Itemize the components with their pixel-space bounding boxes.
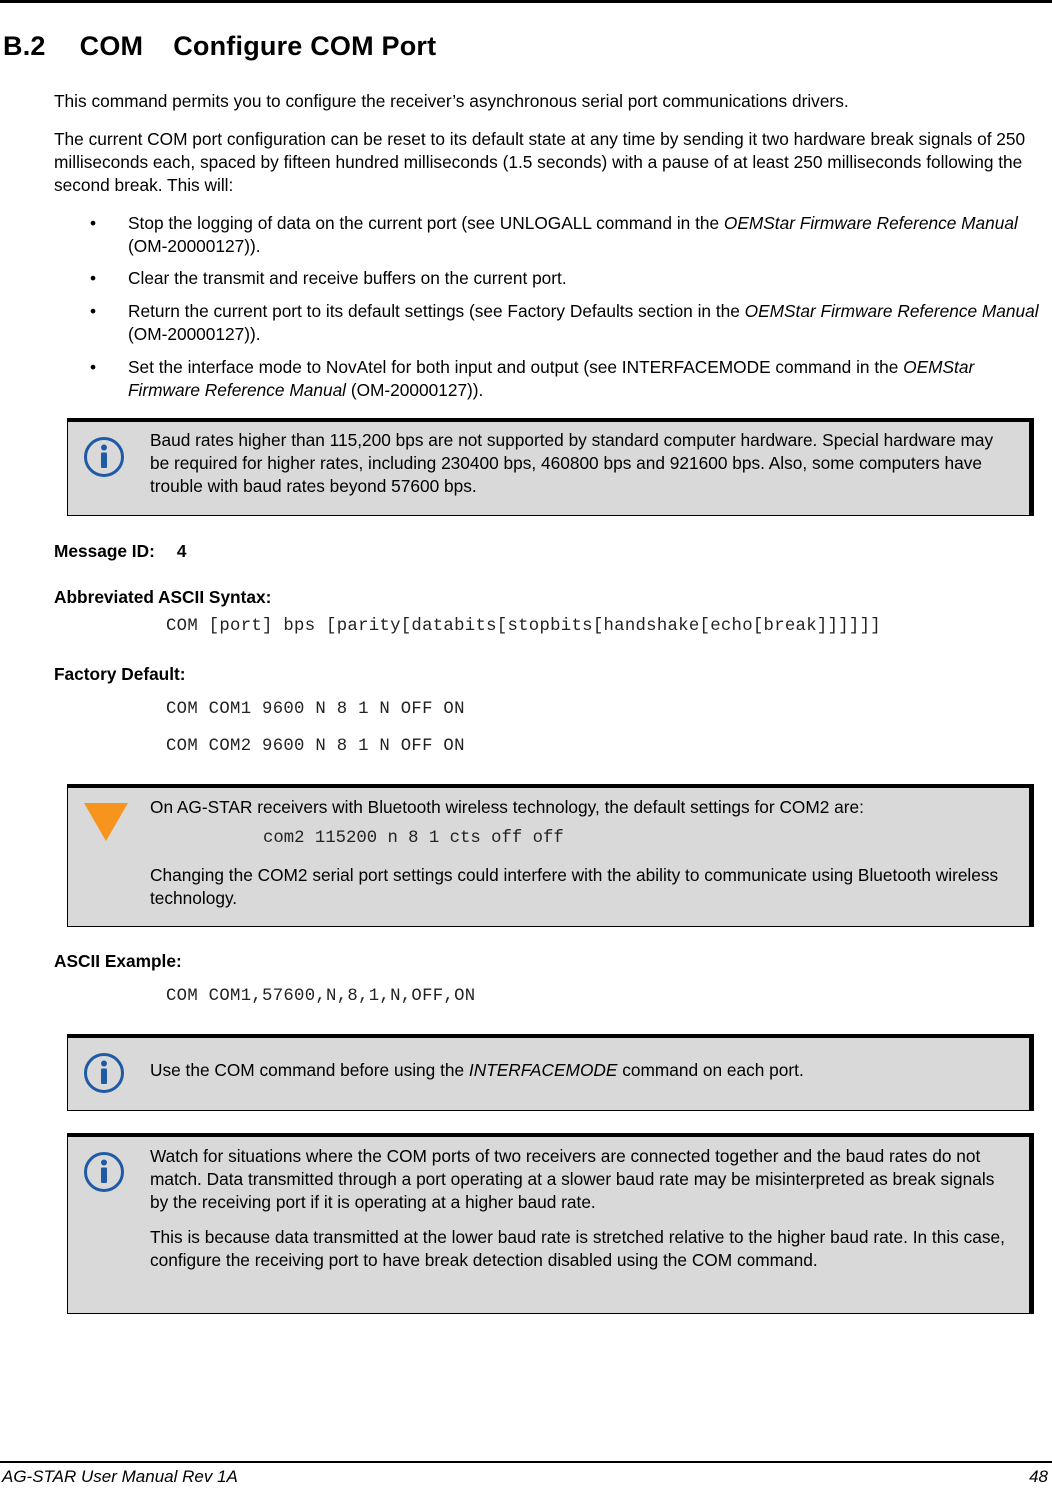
- note-baud-mismatch: Watch for situations where the COM ports…: [67, 1133, 1034, 1314]
- command-reference: INTERFACEMODE: [468, 1060, 618, 1080]
- footer-rule: [0, 1461, 1052, 1463]
- syntax-label: Abbreviated ASCII Syntax:: [54, 587, 272, 607]
- factory-default-line: COM COM1 9600 N 8 1 N OFF ON: [166, 700, 465, 719]
- factory-default-line: COM COM2 9600 N 8 1 N OFF ON: [166, 737, 465, 756]
- manual-reference: OEMStar Firmware Reference Manual: [744, 301, 1039, 321]
- manual-reference: OEMStar Firmware Reference Manual: [723, 213, 1018, 233]
- section-number: B.2: [3, 31, 46, 61]
- ascii-example-code: COM COM1,57600,N,8,1,N,OFF,ON: [166, 987, 476, 1006]
- info-icon: [84, 1053, 124, 1093]
- note-text: On AG-STAR receivers with Bluetooth wire…: [150, 797, 864, 817]
- footer-manual-title: AG-STAR User Manual Rev 1A: [2, 1467, 238, 1486]
- warning-triangle-icon: [84, 803, 128, 841]
- note-text: Watch for situations where the COM ports…: [150, 1146, 995, 1212]
- message-id-label: Message ID: 4: [54, 541, 187, 561]
- reset-paragraph: The current COM port configuration can b…: [54, 129, 1026, 195]
- bullet-dot: •: [90, 301, 97, 321]
- bullet-dot: •: [90, 268, 97, 288]
- intro-paragraph: This command permits you to configure th…: [54, 91, 849, 111]
- note-code: com2 115200 n 8 1 cts off off: [263, 829, 564, 848]
- ascii-example-label: ASCII Example:: [54, 951, 182, 971]
- factory-default-label: Factory Default:: [54, 664, 186, 684]
- note-text: Baud rates higher than 115,200 bps are n…: [150, 430, 994, 496]
- note-text: Use the COM command before using the INT…: [150, 1060, 804, 1080]
- top-rule: [0, 0, 1052, 3]
- note-baud-rates: Baud rates higher than 115,200 bps are n…: [67, 418, 1034, 516]
- footer-page-number: 48: [1029, 1467, 1048, 1486]
- bullet-dot: •: [90, 357, 97, 377]
- section-title: B.2 COM Configure COM Port: [3, 31, 436, 62]
- info-icon: [84, 437, 124, 477]
- note-text: Changing the COM2 serial port settings c…: [150, 865, 999, 908]
- bullet-dot: •: [90, 213, 97, 233]
- note-interfacemode: Use the COM command before using the INT…: [67, 1034, 1034, 1111]
- note-bluetooth: On AG-STAR receivers with Bluetooth wire…: [67, 784, 1034, 927]
- section-command: COM: [79, 31, 144, 61]
- info-icon: [84, 1152, 124, 1192]
- message-id-value: 4: [176, 541, 187, 561]
- syntax-code: COM [port] bps [parity[databits[stopbits…: [166, 617, 881, 636]
- note-text: This is because data transmitted at the …: [150, 1227, 1005, 1270]
- section-heading: Configure COM Port: [173, 31, 437, 61]
